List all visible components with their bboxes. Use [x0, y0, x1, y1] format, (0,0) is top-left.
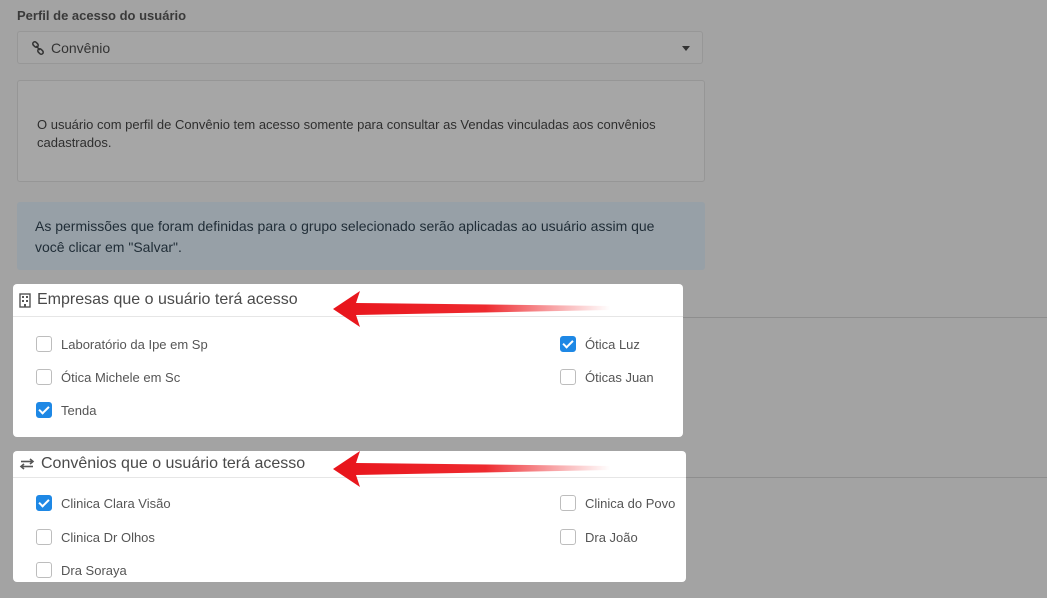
empresa-item[interactable]: Laboratório da Ipe em Sp: [36, 336, 208, 352]
empresa-item[interactable]: Tenda: [36, 402, 96, 418]
divider: [686, 477, 1047, 478]
checkbox[interactable]: [560, 529, 576, 545]
empresa-item[interactable]: Óticas Juan: [560, 369, 654, 385]
convenio-item[interactable]: Clinica do Povo: [560, 495, 675, 511]
empresa-label: Óticas Juan: [585, 369, 654, 385]
convenio-label: Dra João: [585, 529, 638, 545]
checkbox[interactable]: [36, 336, 52, 352]
info-alert: As permissões que foram definidas para o…: [17, 202, 705, 270]
chevron-down-icon: [682, 46, 690, 51]
checkbox[interactable]: [36, 529, 52, 545]
empresa-label: Ótica Michele em Sc: [61, 369, 181, 385]
checkbox[interactable]: [36, 369, 52, 385]
building-icon: [19, 292, 31, 308]
checkbox[interactable]: [36, 402, 52, 418]
convenio-item[interactable]: Dra João: [560, 529, 638, 545]
checkbox[interactable]: [560, 336, 576, 352]
annotation-arrow-icon: [333, 451, 610, 487]
convenio-item[interactable]: Dra Soraya: [36, 562, 127, 578]
convenio-item[interactable]: Clinica Clara Visão: [36, 495, 171, 511]
checkbox[interactable]: [560, 495, 576, 511]
empresa-label: Ótica Luz: [585, 336, 640, 352]
profile-select-value: Convênio: [51, 39, 111, 56]
empresa-label: Laboratório da Ipe em Sp: [61, 336, 208, 352]
annotation-arrow-icon: [333, 291, 610, 327]
profile-select[interactable]: Convênio: [17, 31, 703, 64]
exchange-icon: [19, 458, 35, 470]
convenio-item[interactable]: Clinica Dr Olhos: [36, 529, 155, 545]
divider: [683, 317, 1047, 318]
profile-description: O usuário com perfil de Convênio tem ace…: [17, 80, 705, 182]
checkbox[interactable]: [36, 495, 52, 511]
checkbox[interactable]: [36, 562, 52, 578]
convenio-label: Clinica Clara Visão: [61, 495, 171, 511]
convenio-label: Clinica do Povo: [585, 495, 676, 511]
convenio-label: Dra Soraya: [61, 562, 127, 578]
convenios-title: Convênios que o usuário terá acesso: [41, 455, 306, 472]
empresa-label: Tenda: [61, 402, 97, 418]
profile-label: Perfil de acesso do usuário: [17, 8, 187, 23]
empresa-item[interactable]: Ótica Luz: [560, 336, 640, 352]
link-icon: [32, 40, 44, 55]
empresa-item[interactable]: Ótica Michele em Sc: [36, 369, 180, 385]
checkbox[interactable]: [560, 369, 576, 385]
convenio-label: Clinica Dr Olhos: [61, 529, 155, 545]
empresas-title: Empresas que o usuário terá acesso: [37, 291, 298, 308]
